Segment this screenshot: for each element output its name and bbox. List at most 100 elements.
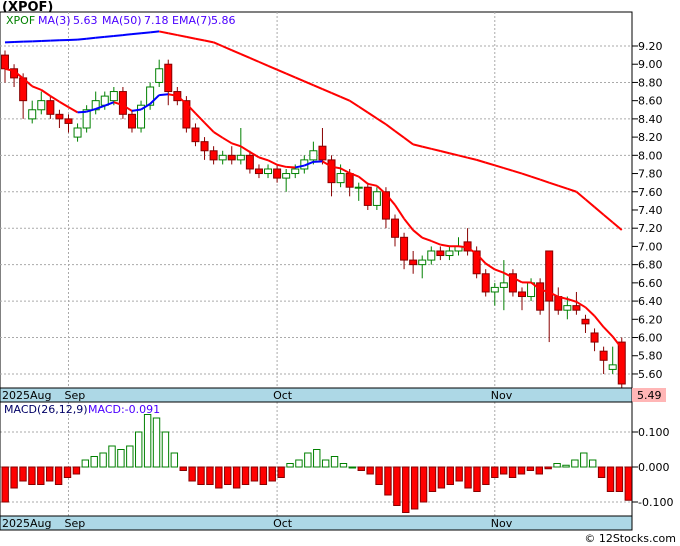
macd-bar-positive xyxy=(108,445,116,468)
macd-bar-positive xyxy=(295,459,303,468)
candle-down xyxy=(64,118,73,124)
macd-bar-positive xyxy=(321,459,330,468)
legend-ema7-label: EMA(7) xyxy=(172,14,212,27)
ma50-line xyxy=(95,35,105,39)
candle-down xyxy=(209,150,218,161)
macd-bar-negative xyxy=(473,466,481,492)
ma50-line xyxy=(113,34,124,37)
macd-bar-negative xyxy=(37,466,45,485)
candle-down xyxy=(327,159,336,184)
macd-tick-label: 0.000 xyxy=(638,461,670,474)
candle-up xyxy=(336,173,345,184)
macd-bar-positive xyxy=(562,464,570,468)
macd-bar-negative xyxy=(384,466,392,496)
candle-down xyxy=(227,154,236,161)
candle-up xyxy=(354,186,363,189)
credit: © 12Stocks.com xyxy=(584,532,676,545)
legend-ma50-value: 7.18 xyxy=(144,14,169,27)
ema7-line xyxy=(159,93,169,97)
macd-bar-negative xyxy=(357,466,365,471)
macd-bar-negative xyxy=(499,466,508,475)
macd-bar-negative xyxy=(410,466,419,510)
ma50-line xyxy=(77,37,87,41)
macd-tick-label: -0.100 xyxy=(638,496,673,509)
macd-bar-negative xyxy=(597,466,606,478)
macd-tick-label: 0.100 xyxy=(638,426,670,439)
legend-ma3-value: 5.63 xyxy=(73,14,98,27)
macd-bar-positive xyxy=(90,456,98,468)
last-price: 5.49 xyxy=(637,389,662,402)
candle-up xyxy=(427,250,436,261)
price-panel xyxy=(0,11,633,389)
legend-ema7-value: 5.86 xyxy=(211,14,236,27)
stock-chart: XPOF MA(3) 5.63 MA(50) 7.18 EMA(7) 5.86 … xyxy=(0,11,673,531)
ema7-line xyxy=(131,108,142,112)
macd-bar-positive xyxy=(588,459,597,468)
legend-ma3-label: MA(3) xyxy=(38,14,71,27)
month-label: Nov xyxy=(491,517,513,530)
macd-bar-negative xyxy=(277,466,285,478)
price-tick-label: 7.00 xyxy=(638,240,663,253)
price-tick-label: 9.00 xyxy=(638,58,663,71)
macd-bar-negative xyxy=(72,466,81,475)
month-label: Oct xyxy=(273,389,293,402)
candle-down xyxy=(191,127,200,143)
macd-bar-negative xyxy=(375,466,383,485)
price-tick-label: 5.60 xyxy=(638,368,663,381)
macd-bar-negative xyxy=(250,466,259,482)
macd-bar-negative xyxy=(19,466,27,482)
macd-bar-negative xyxy=(224,466,232,485)
price-tick-label: 9.20 xyxy=(638,40,663,53)
macd-bar-negative xyxy=(508,466,517,478)
candle-down xyxy=(436,250,445,257)
candle-up xyxy=(264,168,273,175)
macd-bar-negative xyxy=(197,466,205,485)
month-label: Sep xyxy=(64,517,85,530)
ma50-line xyxy=(104,34,114,38)
macd-bar-positive xyxy=(99,452,107,468)
candle-down xyxy=(363,186,372,206)
price-tick-label: 8.80 xyxy=(638,76,663,89)
macd-bar-positive xyxy=(348,466,357,469)
candle-down xyxy=(164,63,173,93)
macd-bar-negative xyxy=(624,466,632,501)
month-label: 2025Aug xyxy=(2,517,51,530)
ma50-line xyxy=(150,30,160,34)
macd-bar-negative xyxy=(259,466,268,485)
candle-down xyxy=(245,154,254,170)
candle-down xyxy=(481,273,490,293)
price-tick-label: 8.60 xyxy=(638,95,663,108)
candle-down xyxy=(409,259,418,266)
price-tick-label: 8.00 xyxy=(638,149,663,162)
macd-bar-positive xyxy=(286,463,294,468)
macd-bar-negative xyxy=(517,466,526,475)
price-tick-label: 6.00 xyxy=(638,332,663,345)
candle-down xyxy=(554,296,563,311)
price-tick-label: 8.40 xyxy=(638,113,663,126)
candle-down xyxy=(345,173,354,188)
ema7-line xyxy=(77,110,87,114)
macd-bar-negative xyxy=(615,466,624,492)
price-tick-label: 5.80 xyxy=(638,350,663,363)
macd-bar-negative xyxy=(428,466,437,492)
macd-bar-negative xyxy=(446,466,454,485)
price-tick-label: 7.40 xyxy=(638,204,663,217)
candle-up xyxy=(291,168,300,175)
macd-bar-positive xyxy=(135,431,143,468)
macd-bar-negative xyxy=(206,466,214,485)
macd-bar-positive xyxy=(304,452,312,468)
macd-bar-negative xyxy=(482,466,490,485)
price-tick-label: 7.20 xyxy=(638,222,663,235)
candle-up xyxy=(418,259,427,266)
macd-bar-negative xyxy=(393,466,401,506)
macd-bar-negative xyxy=(179,466,187,471)
candle-down xyxy=(581,318,590,325)
macd-bar-negative xyxy=(606,466,615,492)
macd-bar-negative xyxy=(46,466,54,482)
candle-up xyxy=(608,364,617,370)
macd-bar-positive xyxy=(580,452,588,468)
macd-label: MACD(26,12,9) xyxy=(4,403,88,416)
candle-down xyxy=(517,291,526,298)
legend-ma50-label: MA(50) xyxy=(102,14,142,27)
candle-down xyxy=(590,332,599,343)
